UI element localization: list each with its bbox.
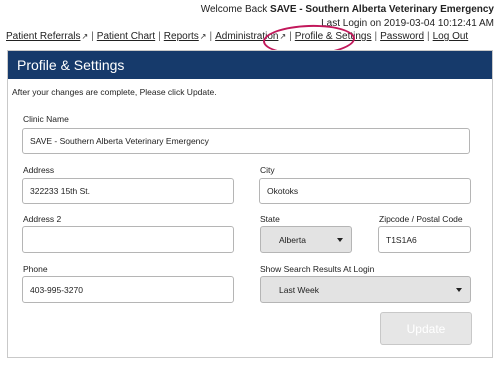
top-nav: Patient Referrals↗ | Patient Chart | Reports… (6, 31, 468, 42)
welcome-user: SAVE - Southern Alberta Veterinary Emerg… (270, 4, 494, 15)
external-link-icon: ↗ (81, 32, 89, 41)
address2-label: Address 2 (23, 214, 62, 224)
nav-separator: | (158, 31, 161, 42)
welcome-line: Welcome Back SAVE - Southern Alberta Vet… (201, 3, 494, 17)
nav-patient-referrals-label: Patient Referrals (6, 31, 81, 42)
phone-value: 403-995-3270 (30, 284, 83, 295)
nav-separator: | (374, 31, 378, 42)
zipcode-input[interactable]: T1S1A6 (378, 226, 471, 253)
state-value: Alberta (279, 234, 306, 245)
address-value: 322233 15th St. (30, 186, 91, 196)
address-input[interactable]: 322233 15th St. (22, 178, 234, 204)
nav-reports[interactable]: Reports↗ (164, 31, 207, 42)
nav-separator: | (91, 31, 94, 42)
search-results-label: Show Search Results At Login (260, 264, 375, 274)
zipcode-value: T1S1A6 (386, 234, 417, 245)
clinic-name-input[interactable]: SAVE - Southern Alberta Veterinary Emerg… (22, 128, 470, 154)
chevron-down-icon (337, 237, 343, 242)
search-results-value: Last Week (279, 284, 320, 295)
update-button[interactable]: Update (380, 312, 472, 345)
instructions-text: After your changes are complete, Please … (12, 87, 217, 97)
city-label: City (260, 165, 275, 175)
city-value: Okotoks (267, 186, 299, 196)
zipcode-label: Zipcode / Postal Code (379, 214, 463, 224)
nav-log-out[interactable]: Log Out (433, 31, 469, 42)
welcome-prefix: Welcome Back (200, 4, 271, 15)
address-label: Address (23, 165, 55, 175)
phone-label: Phone (23, 264, 48, 274)
nav-patient-chart[interactable]: Patient Chart (97, 31, 155, 42)
nav-separator: | (427, 31, 430, 42)
last-login: Last Login on 2019-03-04 10:12:41 AM (321, 18, 494, 29)
external-link-icon: ↗ (199, 32, 207, 41)
nav-password[interactable]: Password (380, 31, 424, 42)
panel-title: Profile & Settings (8, 51, 492, 79)
nav-password-label: Password (380, 31, 425, 42)
nav-reports-label: Reports (163, 31, 199, 42)
nav-patient-chart-label: Patient Chart (96, 31, 156, 42)
phone-input[interactable]: 403-995-3270 (22, 276, 234, 303)
nav-log-out-label: Log Out (432, 31, 469, 42)
city-input[interactable]: Okotoks (259, 178, 471, 204)
state-select[interactable]: Alberta (260, 226, 352, 253)
address2-input[interactable] (22, 226, 234, 253)
clinic-name-label: Clinic Name (23, 114, 69, 124)
chevron-down-icon (456, 287, 462, 292)
welcome-banner: Welcome Back SAVE - Southern Alberta Vet… (201, 3, 494, 31)
search-results-select[interactable]: Last Week (260, 276, 471, 303)
nav-separator: | (209, 31, 213, 42)
state-label: State (260, 214, 280, 224)
clinic-name-value: SAVE - Southern Alberta Veterinary Emerg… (30, 136, 209, 146)
nav-patient-referrals[interactable]: Patient Referrals↗ (6, 31, 88, 42)
